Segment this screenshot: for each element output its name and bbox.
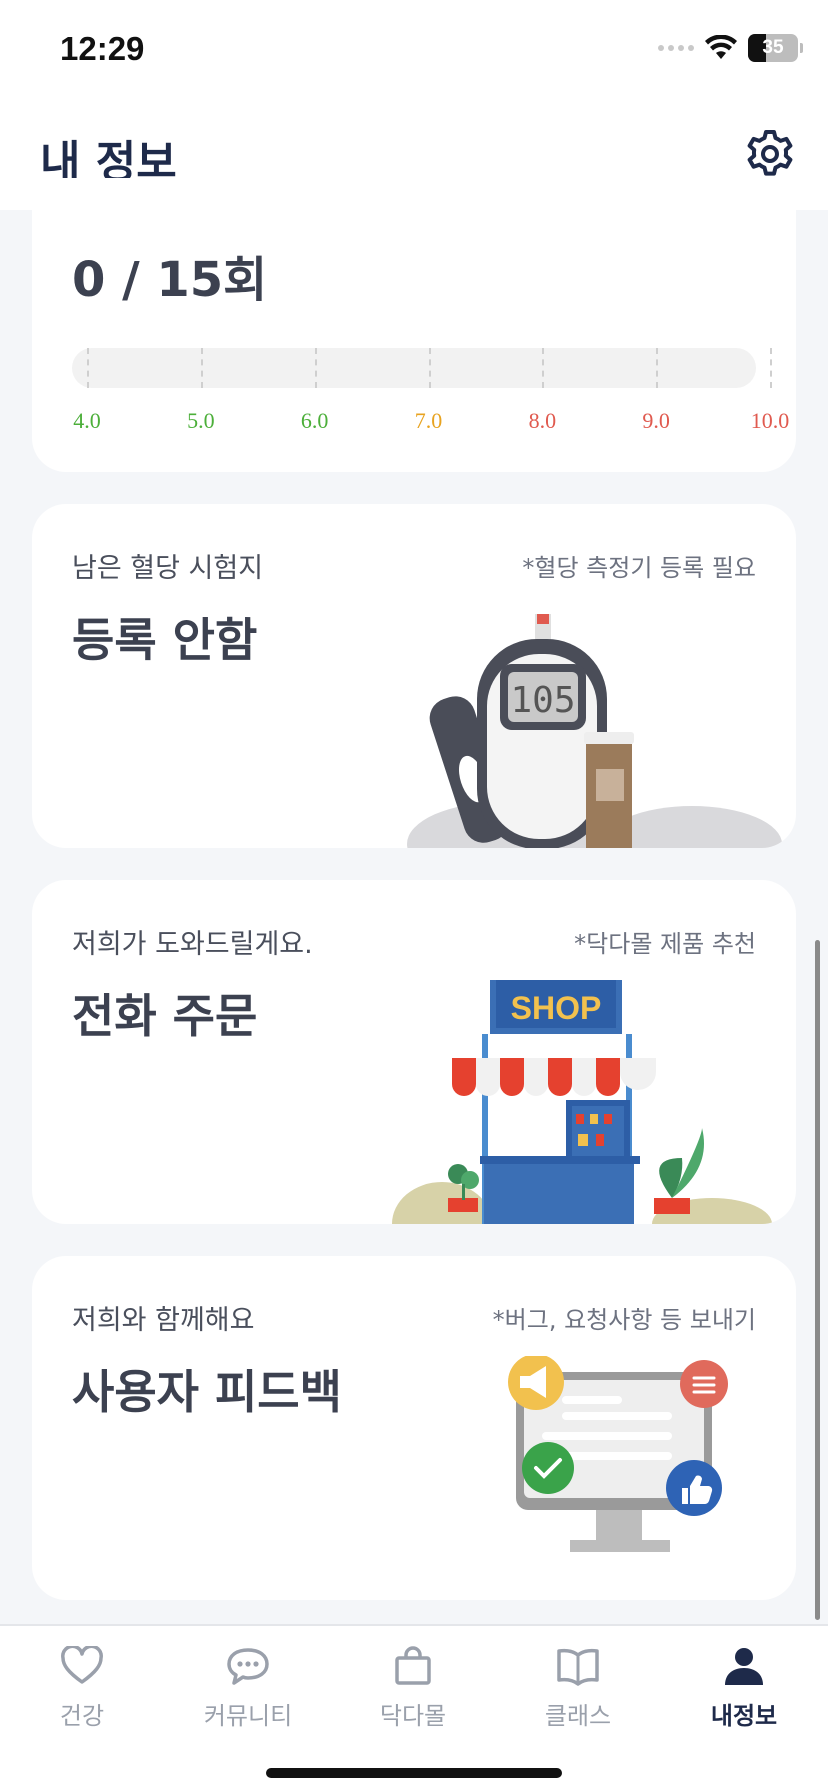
- shop-sign: SHOP: [511, 990, 602, 1026]
- tab-label: 내정보: [710, 1702, 778, 1730]
- status-time: 12:29: [60, 30, 145, 67]
- scale-tick: [87, 348, 89, 388]
- glucose-count-card[interactable]: 0 / 15회 4.0 5.0 6.0 7.0 8.0 9.0 10.0: [32, 178, 796, 472]
- card-label: 남은 혈당 시험지: [72, 553, 264, 584]
- test-strips-card[interactable]: 남은 혈당 시험지 *혈당 측정기 등록 필요 등록 안함 105: [32, 504, 796, 848]
- tab-label: 커뮤니티: [203, 1702, 293, 1730]
- feedback-title: 사용자 피드백: [72, 1365, 342, 1419]
- heart-icon: [61, 1646, 103, 1684]
- shopping-bag-icon: [395, 1646, 431, 1685]
- home-indicator[interactable]: [266, 1768, 562, 1778]
- chat-bubble-icon: [227, 1648, 269, 1685]
- scale-label: 5.0: [187, 408, 215, 433]
- status-bar: 12:29 35: [0, 0, 828, 100]
- scale-tick: [314, 348, 317, 388]
- card-note: *혈당 측정기 등록 필요: [522, 554, 756, 582]
- scale-label: 4.0: [73, 408, 101, 433]
- tab-my-info[interactable]: 내정보: [669, 1646, 819, 1731]
- wifi-icon: [705, 35, 737, 59]
- tab-community[interactable]: 커뮤니티: [173, 1646, 323, 1731]
- glucose-meter-icon: 105: [407, 614, 782, 848]
- tab-label: 닥다몰: [379, 1702, 447, 1730]
- tab-label: 클래스: [544, 1702, 612, 1730]
- card-note: *닥다몰 제품 추천: [574, 930, 756, 958]
- strips-status: 등록 안함: [72, 613, 258, 667]
- scale-tick: [200, 348, 203, 388]
- scale-tick: [542, 348, 545, 388]
- scale-label: 10.0: [750, 408, 790, 433]
- card-label: 저희와 함께해요: [72, 1305, 255, 1336]
- settings-button[interactable]: [742, 126, 798, 182]
- scrollbar[interactable]: [815, 940, 820, 1620]
- phone-order-card[interactable]: 저희가 도와드릴게요. *닥다몰 제품 추천 전화 주문 SHOP: [32, 880, 796, 1224]
- battery-percent: 35: [762, 37, 784, 58]
- card-note: *버그, 요청사항 등 보내기: [492, 1306, 756, 1334]
- glucose-range-bar: [72, 348, 756, 388]
- tab-health[interactable]: 건강: [7, 1646, 157, 1731]
- tab-mall[interactable]: 닥다몰: [338, 1646, 488, 1731]
- status-icons: 35: [658, 34, 803, 62]
- tab-label: 건강: [59, 1702, 105, 1730]
- battery-icon: 35: [748, 34, 803, 62]
- scale-label: 7.0: [414, 408, 443, 433]
- tab-class[interactable]: 클래스: [503, 1646, 653, 1731]
- order-title: 전화 주문: [72, 989, 258, 1043]
- gear-icon: [747, 130, 793, 176]
- shop-icon: SHOP: [392, 980, 772, 1224]
- scale-tick: [428, 348, 431, 388]
- tab-bar: 건강 커뮤니티 닥다몰 클래스 내정보: [0, 1624, 828, 1792]
- scale-label: 6.0: [300, 408, 329, 433]
- scale-label: 9.0: [642, 408, 670, 433]
- person-icon: [725, 1648, 763, 1685]
- feedback-monitor-icon: [508, 1356, 728, 1552]
- meter-reading: 105: [510, 680, 575, 721]
- book-icon: [557, 1648, 599, 1686]
- measurement-count: 0 / 15회: [72, 252, 268, 308]
- scale-tick: [770, 348, 772, 388]
- signal-icon: [658, 45, 694, 51]
- scale-tick: [656, 348, 659, 388]
- card-label: 저희가 도와드릴게요.: [72, 929, 313, 960]
- feedback-card[interactable]: 저희와 함께해요 *버그, 요청사항 등 보내기 사용자 피드백: [32, 1256, 796, 1600]
- scale-label: 8.0: [528, 408, 557, 433]
